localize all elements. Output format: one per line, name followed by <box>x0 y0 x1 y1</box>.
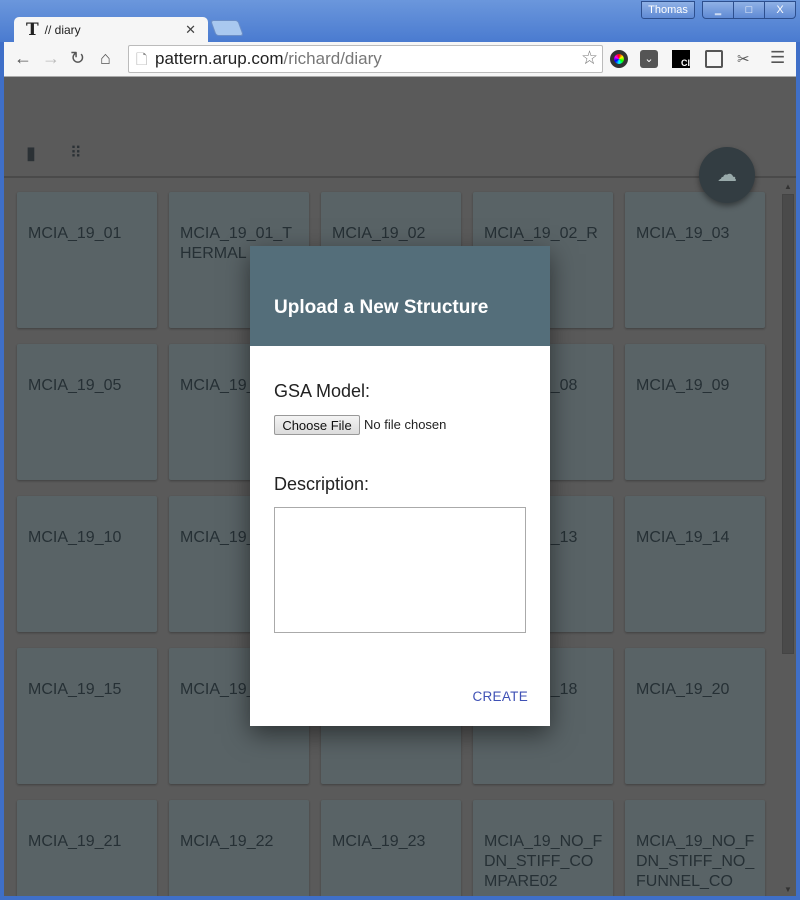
cloud-upload-icon: ☁ <box>717 164 737 186</box>
close-window-button[interactable]: X <box>765 2 795 18</box>
upload-dialog: Upload a New Structure GSA Model: Choose… <box>250 246 550 726</box>
site-logo-icon: T <box>26 20 39 40</box>
color-picker-extension-icon[interactable] <box>610 50 628 68</box>
structure-card[interactable]: MCIA_19_20 <box>625 648 765 784</box>
structure-card[interactable]: MCIA_19_01 <box>17 192 157 328</box>
window-controls: ‗ □ X <box>702 1 796 19</box>
browser-tab[interactable]: T // diary ✕ <box>14 17 208 43</box>
structure-card[interactable]: MCIA_19_15 <box>17 648 157 784</box>
back-icon[interactable]: ← <box>14 48 32 69</box>
minimize-button[interactable]: ‗ <box>703 2 734 18</box>
structure-card[interactable]: MCIA_19_05 <box>17 344 157 480</box>
cast-icon[interactable] <box>705 50 723 68</box>
pocket-extension-icon[interactable]: ⌄ <box>640 50 658 68</box>
scroll-down-icon[interactable]: ▼ <box>784 885 792 894</box>
gsa-model-label: GSA Model: <box>274 381 371 401</box>
ci-extension-icon[interactable]: CI <box>672 50 690 68</box>
structure-card[interactable]: MCIA_19_03 <box>625 192 765 328</box>
structure-card[interactable]: MCIA_19_NO_FDN_STIFF_COMPARE02 <box>473 800 613 896</box>
structure-card[interactable]: MCIA_19_21 <box>17 800 157 896</box>
structure-card[interactable]: MCIA_19_NO_FDN_STIFF_NO_FUNNEL_CO <box>625 800 765 896</box>
tab-title: // diary <box>44 23 81 37</box>
maximize-button[interactable]: □ <box>734 2 765 18</box>
clipper-extension-icon[interactable]: ✂ <box>737 50 755 68</box>
scroll-up-icon[interactable]: ▲ <box>784 182 792 191</box>
grid-view-icon[interactable]: ⠿ <box>70 143 82 163</box>
dialog-title: Upload a New Structure <box>250 246 550 346</box>
close-tab-icon[interactable]: ✕ <box>185 22 196 38</box>
structure-card[interactable]: MCIA_19_10 <box>17 496 157 632</box>
browser-toolbar: ← → ↻ ⌂ 🗋 pattern.arup.com/richard/diary… <box>4 42 796 77</box>
choose-file-button[interactable]: Choose File <box>274 415 360 435</box>
structure-card[interactable]: MCIA_19_23 <box>321 800 461 896</box>
address-bar[interactable]: 🗋 pattern.arup.com/richard/diary ☆ <box>128 45 603 73</box>
upload-fab-button[interactable]: ☁ <box>699 147 755 203</box>
bookmark-star-icon[interactable]: ☆ <box>581 46 598 72</box>
page-icon: 🗋 <box>136 51 148 67</box>
structure-card[interactable]: MCIA_19_22 <box>169 800 309 896</box>
scrollbar[interactable]: ▲ ▼ <box>780 180 796 896</box>
menu-icon[interactable]: ☰ <box>770 48 785 68</box>
reload-icon[interactable]: ↻ <box>70 48 85 69</box>
profile-button[interactable]: Thomas <box>641 1 695 19</box>
url-host: pattern.arup.com <box>155 49 284 68</box>
window-titlebar: Thomas ‗ □ X T // diary ✕ <box>0 0 800 43</box>
document-icon[interactable]: ▮ <box>26 143 36 164</box>
scrollbar-thumb[interactable] <box>782 194 794 654</box>
new-tab-button[interactable] <box>210 20 244 36</box>
description-label: Description: <box>274 474 370 494</box>
structure-card[interactable]: MCIA_19_09 <box>625 344 765 480</box>
home-icon[interactable]: ⌂ <box>100 48 111 69</box>
structure-card[interactable]: MCIA_19_14 <box>625 496 765 632</box>
forward-icon[interactable]: → <box>42 48 60 69</box>
description-input[interactable] <box>274 507 526 633</box>
app-toolbar: ▮ ⠿ <box>4 77 796 178</box>
create-button[interactable]: CREATE <box>472 689 528 704</box>
url-path: /richard/diary <box>283 49 382 68</box>
file-status: No file chosen <box>364 417 447 432</box>
